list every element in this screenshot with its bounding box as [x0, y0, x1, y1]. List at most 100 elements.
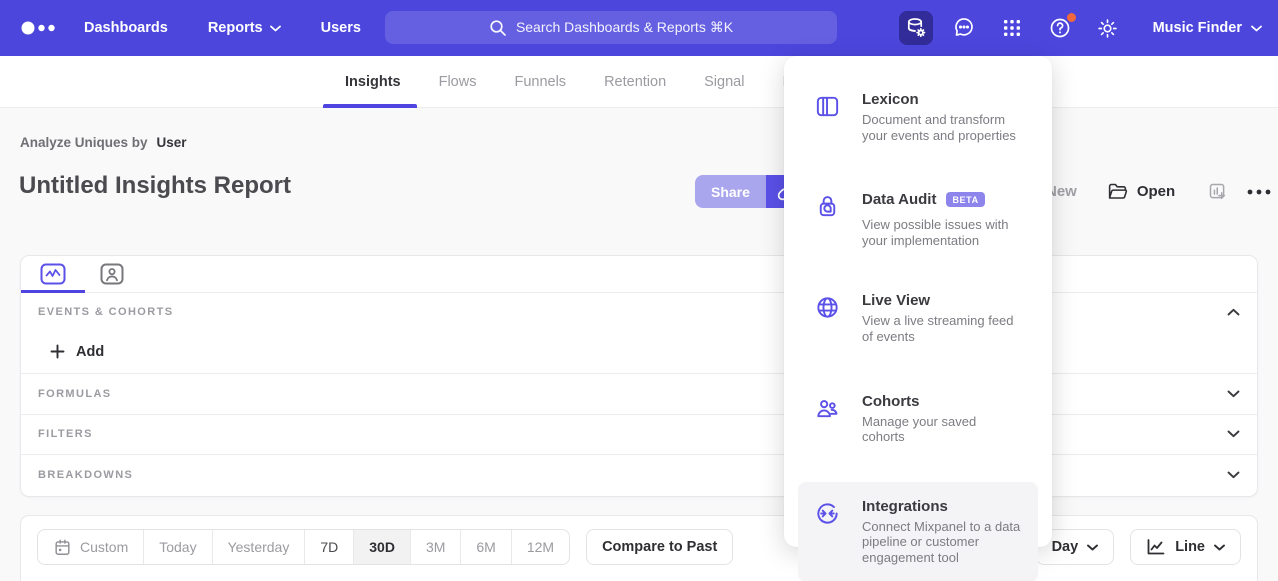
mixpanel-logo-icon[interactable] — [20, 20, 58, 36]
tab-retention-label: Retention — [604, 74, 666, 90]
interval-label: Day — [1052, 539, 1079, 555]
chevron-up-icon[interactable] — [1227, 308, 1240, 316]
nav-reports-label: Reports — [208, 20, 263, 36]
tab-signal[interactable]: Signal — [704, 56, 744, 108]
integrations-sync-icon — [814, 498, 844, 566]
calendar-icon — [53, 538, 72, 557]
menu-item-live-view[interactable]: Live View View a live streaming feed of … — [798, 283, 1038, 353]
range-7d[interactable]: 7D — [304, 530, 353, 564]
live-view-title: Live View — [862, 292, 930, 309]
share-button-label: Share — [711, 184, 750, 200]
compare-to-past-button[interactable]: Compare to Past — [586, 529, 733, 565]
section-formulas[interactable]: FORMULAS — [21, 374, 1257, 415]
tab-retention[interactable]: Retention — [604, 56, 666, 108]
section-filters[interactable]: FILTERS — [21, 415, 1257, 456]
nav-dashboards[interactable]: Dashboards — [84, 20, 168, 36]
range-3m-label: 3M — [426, 539, 445, 555]
data-management-button[interactable] — [899, 11, 933, 45]
date-range-control: Custom Today Yesterday 7D 30D 3M 6M 12M — [37, 529, 570, 565]
range-3m[interactable]: 3M — [410, 530, 460, 564]
database-gear-icon — [904, 16, 928, 40]
top-nav: Dashboards Reports Users — [84, 20, 361, 36]
live-view-globe-icon — [814, 292, 844, 344]
nav-dashboards-label: Dashboards — [84, 20, 168, 36]
range-yesterday-label: Yesterday — [228, 539, 290, 555]
cohorts-title: Cohorts — [862, 393, 920, 410]
range-30d[interactable]: 30D — [353, 530, 410, 564]
add-button-label: Add — [76, 344, 104, 360]
report-title[interactable]: Untitled Insights Report — [19, 172, 291, 200]
add-to-board-icon — [1207, 181, 1228, 202]
menu-item-integrations[interactable]: Integrations Connect Mixpanel to a data … — [798, 482, 1038, 581]
range-today[interactable]: Today — [143, 530, 211, 564]
filters-label: FILTERS — [38, 428, 93, 440]
line-chart-tab-icon — [40, 263, 66, 285]
report-type-nav: Insights Flows Funnels Retention Signal … — [0, 56, 1278, 108]
section-events-cohorts[interactable]: EVENTS & COHORTS — [21, 293, 1257, 330]
more-options-button[interactable] — [1246, 188, 1272, 196]
beta-badge: BETA — [946, 192, 984, 207]
chevron-down-icon[interactable] — [1227, 471, 1240, 479]
feedback-button[interactable] — [947, 11, 981, 45]
chevron-down-icon — [270, 25, 281, 32]
section-breakdowns[interactable]: BREAKDOWNS — [21, 455, 1257, 496]
share-button[interactable]: Share — [695, 175, 766, 208]
lexicon-book-icon — [814, 91, 844, 143]
add-event-button[interactable]: Add — [21, 330, 1257, 374]
range-12m[interactable]: 12M — [511, 530, 569, 564]
chevron-down-icon — [1214, 544, 1225, 551]
chevron-down-icon[interactable] — [1227, 430, 1240, 438]
range-12m-label: 12M — [527, 539, 554, 555]
menu-item-lexicon[interactable]: Lexicon Document and transform your even… — [798, 82, 1038, 152]
chart-type-label: Line — [1175, 539, 1205, 555]
notification-dot — [1067, 13, 1076, 22]
analyze-uniques-control: Analyze Uniques by User — [20, 135, 187, 150]
chart-controls-card: Custom Today Yesterday 7D 30D 3M 6M 12M … — [20, 515, 1258, 581]
lexicon-title: Lexicon — [862, 91, 919, 108]
tab-funnels[interactable]: Funnels — [514, 56, 566, 108]
chart-type-selector[interactable]: Line — [1130, 529, 1241, 565]
search-icon — [489, 19, 507, 37]
menu-item-data-audit[interactable]: Data Audit BETA View possible issues wit… — [798, 182, 1038, 257]
search-input[interactable]: Search Dashboards & Reports ⌘K — [385, 11, 837, 44]
chevron-down-icon[interactable] — [1227, 390, 1240, 398]
apps-grid-button[interactable] — [995, 11, 1029, 45]
range-custom[interactable]: Custom — [38, 530, 143, 564]
data-audit-title: Data Audit — [862, 191, 936, 208]
chevron-down-icon — [1251, 25, 1262, 32]
settings-button[interactable] — [1091, 11, 1125, 45]
tab-flows[interactable]: Flows — [439, 56, 477, 108]
chat-bubble-icon — [952, 16, 976, 40]
range-7d-label: 7D — [320, 539, 338, 555]
menu-item-cohorts[interactable]: Cohorts Manage your saved cohorts — [798, 384, 1038, 454]
top-bar: Dashboards Reports Users Search Dashboar… — [0, 0, 1278, 56]
person-tab-icon — [100, 263, 124, 285]
range-6m[interactable]: 6M — [460, 530, 510, 564]
tab-insights-label: Insights — [345, 74, 401, 90]
range-6m-label: 6M — [476, 539, 495, 555]
open-button-label: Open — [1137, 183, 1175, 200]
project-switcher[interactable]: Music Finder — [1153, 20, 1262, 36]
nav-reports[interactable]: Reports — [208, 20, 281, 36]
open-report-button[interactable]: Open — [1107, 181, 1175, 202]
tab-insights[interactable]: Insights — [345, 56, 401, 108]
tab-funnels-label: Funnels — [514, 74, 566, 90]
cohorts-description: Manage your saved cohorts — [862, 414, 1022, 445]
add-to-board-button[interactable] — [1207, 181, 1228, 202]
compare-label: Compare to Past — [602, 539, 717, 555]
cohorts-people-icon — [814, 393, 844, 445]
events-cohorts-label: EVENTS & COHORTS — [38, 306, 173, 318]
apps-grid-icon — [1001, 17, 1023, 39]
nav-users[interactable]: Users — [321, 20, 361, 36]
analyze-entity-selector[interactable]: User — [157, 135, 187, 150]
help-button[interactable] — [1043, 11, 1077, 45]
line-chart-icon — [1146, 538, 1166, 556]
range-30d-label: 30D — [369, 539, 395, 555]
live-view-description: View a live streaming feed of events — [862, 313, 1022, 344]
range-yesterday[interactable]: Yesterday — [212, 530, 305, 564]
breakdowns-label: BREAKDOWNS — [38, 469, 133, 481]
tab-events-builder[interactable] — [31, 256, 75, 292]
plus-icon — [50, 344, 65, 359]
tab-users-builder[interactable] — [91, 256, 133, 292]
report-header-actions: New Open — [1046, 175, 1272, 208]
